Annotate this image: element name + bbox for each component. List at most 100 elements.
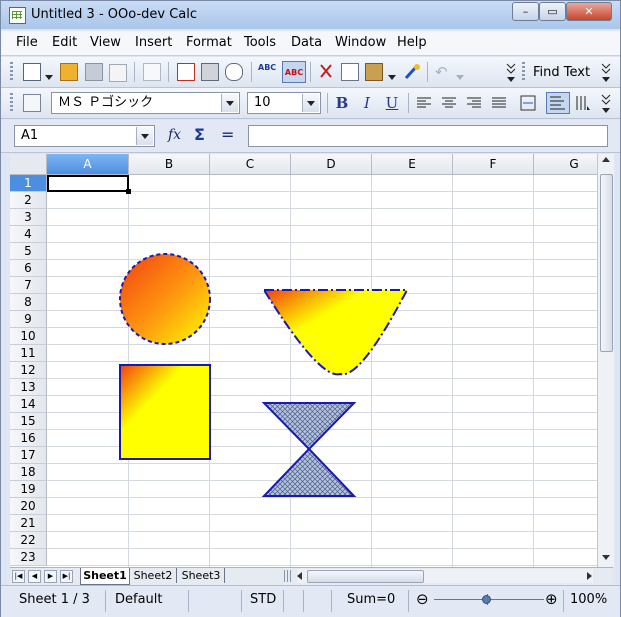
undo-icon[interactable]: ↶ xyxy=(435,63,453,81)
new-document-icon[interactable] xyxy=(23,63,41,81)
formula-input[interactable] xyxy=(248,125,608,147)
menu-window[interactable]: Window xyxy=(335,35,386,50)
scroll-left-icon[interactable] xyxy=(297,572,302,580)
scroll-right-icon[interactable] xyxy=(587,572,592,580)
menu-insert[interactable]: Insert xyxy=(135,35,172,50)
toolbar-separator xyxy=(251,62,252,82)
vertical-scrollbar[interactable] xyxy=(597,154,614,567)
export-pdf-icon[interactable] xyxy=(177,63,195,81)
toolbar-grip[interactable] xyxy=(10,62,13,82)
bowl-shape[interactable] xyxy=(262,289,409,376)
merge-cells-icon[interactable] xyxy=(520,95,538,113)
align-left-icon[interactable] xyxy=(416,95,434,113)
save-icon[interactable] xyxy=(85,63,103,81)
calc-app-icon xyxy=(9,7,26,24)
zoom-level[interactable]: 100% xyxy=(570,592,607,607)
toolbar-grip[interactable] xyxy=(10,93,13,113)
sheet-position: Sheet 1 / 3 xyxy=(19,592,90,607)
email-icon[interactable] xyxy=(109,64,127,82)
chevron-down-icon[interactable] xyxy=(45,70,53,80)
toolbar-separator xyxy=(168,62,169,82)
toolbar-overflow-icon[interactable] xyxy=(601,92,611,114)
page-preview-icon[interactable] xyxy=(225,63,243,81)
sheet-tab-sheet2[interactable]: Sheet2 xyxy=(130,568,177,583)
font-size-combo[interactable]: 10 xyxy=(247,92,321,114)
underline-button[interactable]: U xyxy=(382,93,402,113)
status-divider xyxy=(188,590,189,612)
rectangle-shape[interactable] xyxy=(119,364,211,460)
align-center-icon[interactable] xyxy=(441,95,459,113)
standard-toolbar: ABC ABC ↶ Find Text xyxy=(1,57,620,88)
menu-data[interactable]: Data xyxy=(291,35,322,50)
menu-view[interactable]: View xyxy=(90,35,121,50)
sum-icon[interactable]: Σ xyxy=(194,125,205,144)
toolbar-separator xyxy=(327,93,328,113)
hourglass-shape[interactable] xyxy=(261,402,357,497)
cut-icon[interactable] xyxy=(317,63,335,81)
spellcheck-icon[interactable]: ABC xyxy=(258,63,276,81)
font-name-combo[interactable]: ＭＳ Ｐゴシック xyxy=(51,92,240,114)
circle-shape[interactable] xyxy=(119,253,211,345)
toolbar-overflow-icon[interactable] xyxy=(601,61,611,83)
zoom-out-icon[interactable]: ⊖ xyxy=(416,590,429,608)
menu-format[interactable]: Format xyxy=(186,35,232,50)
spreadsheet-grid[interactable]: A B C D E F G 1 2 3 4 5 6 7 8 9 10 11 12 13 14 15 16 17 1… xyxy=(10,154,597,567)
sum-value[interactable]: Sum=0 xyxy=(347,592,395,607)
horizontal-scroll-thumb[interactable] xyxy=(307,570,424,583)
selection-mode[interactable]: STD xyxy=(250,592,276,607)
paste-icon[interactable] xyxy=(365,63,383,81)
prev-sheet-icon[interactable]: ◀ xyxy=(28,570,41,583)
menu-file[interactable]: File xyxy=(16,35,38,50)
sheet-tab-sheet3[interactable]: Sheet3 xyxy=(178,568,225,583)
function-wizard-icon[interactable]: fx xyxy=(168,127,181,143)
status-divider xyxy=(563,590,564,612)
styles-formatting-icon[interactable] xyxy=(23,94,41,112)
close-button[interactable]: ✕ xyxy=(566,2,612,21)
font-name-value: ＭＳ Ｐゴシック xyxy=(58,95,154,110)
first-sheet-icon[interactable]: |◀ xyxy=(12,570,25,583)
restore-button[interactable]: ▭ xyxy=(539,2,566,21)
menu-tools[interactable]: Tools xyxy=(244,35,276,50)
edit-file-icon[interactable] xyxy=(143,63,161,81)
calc-window: Untitled 3 - OOo-dev Calc – ▭ ✕ File Edi… xyxy=(0,0,621,617)
chevron-down-icon[interactable] xyxy=(302,94,319,112)
zoom-slider-knob[interactable] xyxy=(482,595,491,604)
align-right-icon[interactable] xyxy=(466,95,484,113)
equals-icon[interactable]: = xyxy=(221,125,234,144)
horizontal-scrollbar[interactable] xyxy=(297,569,593,583)
tab-split-handle[interactable] xyxy=(284,570,292,582)
chevron-down-icon[interactable] xyxy=(136,127,153,145)
sheet-tab-sheet1[interactable]: Sheet1 xyxy=(80,568,130,585)
chevron-down-icon[interactable] xyxy=(456,70,464,80)
last-sheet-icon[interactable]: ▶| xyxy=(60,570,73,583)
justify-icon[interactable] xyxy=(491,95,509,113)
toolbar-grip[interactable] xyxy=(522,62,525,82)
find-text-label[interactable]: Find Text xyxy=(533,65,590,80)
clone-formatting-icon[interactable] xyxy=(403,63,421,81)
copy-icon[interactable] xyxy=(341,63,359,81)
next-sheet-icon[interactable]: ▶ xyxy=(44,570,57,583)
name-box[interactable]: A1 xyxy=(14,125,155,147)
italic-button[interactable]: I xyxy=(357,93,377,113)
menu-help[interactable]: Help xyxy=(397,35,427,50)
print-icon[interactable] xyxy=(201,63,219,81)
status-divider xyxy=(408,590,409,612)
page-style[interactable]: Default xyxy=(115,592,163,607)
toolbar-separator xyxy=(310,62,311,82)
zoom-in-icon[interactable]: ⊕ xyxy=(545,590,558,608)
formula-bar: A1 fx Σ = xyxy=(1,120,620,153)
toolbar-overflow-icon[interactable] xyxy=(506,61,516,83)
vertical-scroll-thumb[interactable] xyxy=(600,174,613,352)
open-folder-icon[interactable] xyxy=(60,63,78,81)
text-direction-icon[interactable] xyxy=(574,94,592,112)
menu-edit[interactable]: Edit xyxy=(52,35,77,50)
wrap-text-icon[interactable] xyxy=(546,92,570,114)
bold-button[interactable]: B xyxy=(332,93,352,113)
toolbar-separator xyxy=(427,62,428,82)
scroll-up-icon[interactable] xyxy=(602,157,610,162)
minimize-button[interactable]: – xyxy=(512,2,539,21)
chevron-down-icon[interactable] xyxy=(221,94,238,112)
autospellcheck-icon[interactable]: ABC xyxy=(282,61,306,83)
chevron-down-icon[interactable] xyxy=(388,70,396,80)
scroll-down-icon[interactable] xyxy=(602,555,610,560)
